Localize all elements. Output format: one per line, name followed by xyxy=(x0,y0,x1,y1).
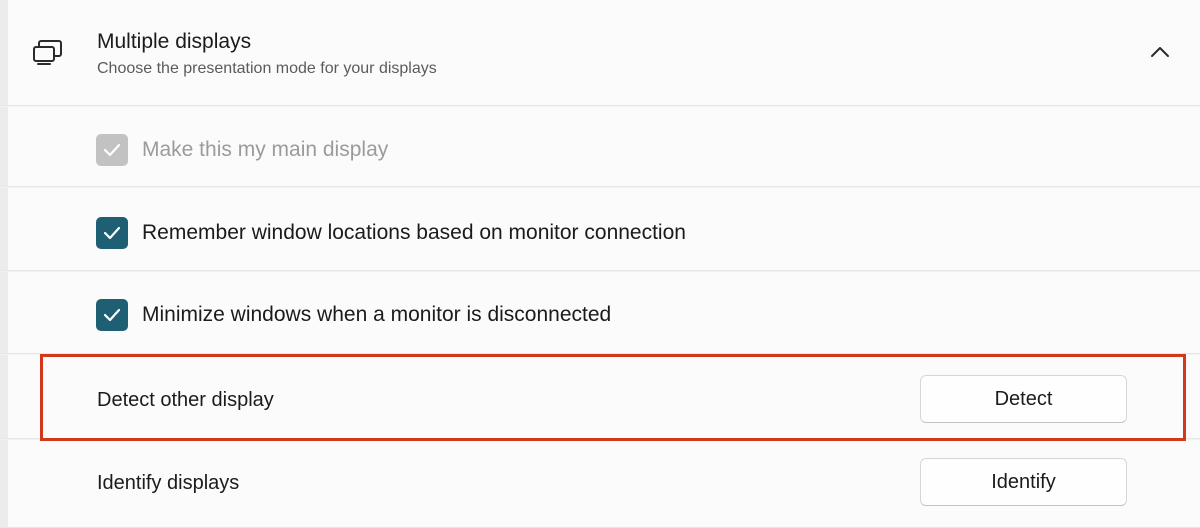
row-left-edge xyxy=(0,355,8,438)
detect-display-label: Detect other display xyxy=(97,389,274,411)
main-display-checkbox[interactable] xyxy=(96,134,128,166)
main-display-label: Make this my main display xyxy=(142,138,389,161)
option-row-minimize-windows: Minimize windows when a monitor is disco… xyxy=(0,272,1200,354)
remember-locations-checkbox[interactable] xyxy=(96,217,128,249)
detect-display-row: Detect other display Detect xyxy=(0,355,1200,439)
remember-locations-label: Remember window locations based on monit… xyxy=(142,221,686,244)
row-left-edge xyxy=(0,107,8,186)
section-title: Multiple displays xyxy=(97,30,252,53)
option-row-remember-locations: Remember window locations based on monit… xyxy=(0,188,1200,271)
multiple-displays-header[interactable]: Multiple displays Choose the presentatio… xyxy=(0,0,1200,106)
row-left-edge xyxy=(0,440,8,527)
identify-displays-label: Identify displays xyxy=(97,472,240,494)
minimize-windows-checkbox[interactable] xyxy=(96,299,128,331)
multiple-displays-panel: Multiple displays Choose the presentatio… xyxy=(0,0,1200,528)
checkmark-icon xyxy=(103,143,121,157)
option-row-main-display: Make this my main display xyxy=(0,107,1200,187)
checkmark-icon xyxy=(103,226,121,240)
identify-displays-row: Identify displays Identify xyxy=(0,440,1200,528)
identify-button[interactable]: Identify xyxy=(920,458,1127,506)
checkmark-icon xyxy=(103,308,121,322)
detect-button[interactable]: Detect xyxy=(920,375,1127,423)
section-subtitle: Choose the presentation mode for your di… xyxy=(97,60,437,77)
row-left-edge xyxy=(0,188,8,270)
chevron-up-icon[interactable] xyxy=(1148,44,1172,60)
multiple-displays-icon xyxy=(31,39,65,67)
minimize-windows-label: Minimize windows when a monitor is disco… xyxy=(142,303,612,326)
row-left-edge xyxy=(0,272,8,353)
row-left-edge xyxy=(0,0,8,105)
